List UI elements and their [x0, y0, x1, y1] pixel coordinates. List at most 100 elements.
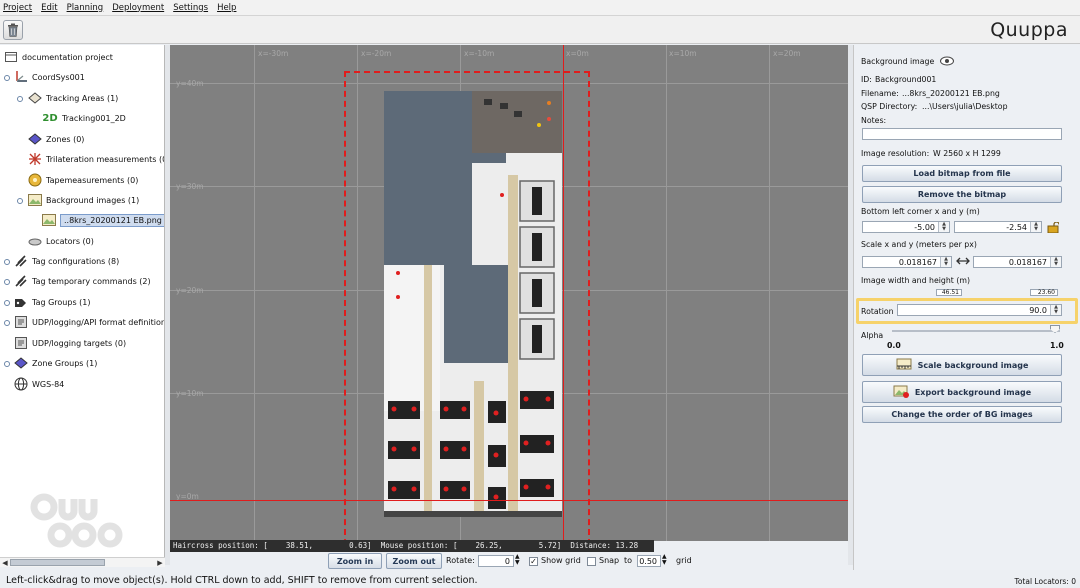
tree-item-label: documentation project [22, 52, 113, 62]
remove-bitmap-button[interactable]: Remove the bitmap [862, 186, 1062, 203]
tapemeasure-icon [28, 173, 42, 187]
zoom-in-button[interactable]: Zoom in [328, 553, 382, 569]
tree-toggle[interactable] [4, 279, 10, 285]
x-axis-label: x=-10m [464, 49, 495, 58]
export-background-button[interactable]: Export background image [862, 381, 1062, 403]
qsp-label: QSP Directory: [861, 102, 918, 111]
tree-toggle[interactable] [4, 320, 10, 326]
tree-item-coordsys[interactable]: CoordSys001 [14, 68, 85, 86]
tracking-2d-icon: 2D [42, 112, 58, 124]
eye-icon[interactable] [940, 56, 954, 68]
alpha-slider-track[interactable] [892, 330, 1060, 332]
tree-item-tag-commands[interactable]: Tag temporary commands (2) [14, 272, 151, 290]
scale-x-input[interactable]: 0.018167 ▲ ▼ [862, 256, 952, 268]
tree-toggle[interactable] [17, 96, 23, 102]
tree-item-wgs84[interactable]: WGS-84 [14, 375, 64, 393]
menu-project[interactable]: Project [3, 3, 32, 13]
resolution-value: W 2560 x H 1299 [933, 149, 1001, 158]
corner-y-input[interactable]: -2.54 ▲ ▼ [954, 221, 1042, 233]
snap-spinner-icon[interactable]: ▲ ▼ [662, 554, 667, 566]
y-axis-label: y=40m [176, 79, 204, 88]
tree-item-tracking-2d[interactable]: 2D Tracking001_2D [42, 109, 125, 127]
width-input[interactable]: 46.51 [936, 289, 962, 296]
snap-value-input[interactable]: 0.50 [637, 555, 661, 567]
tag-commands-icon [14, 274, 28, 288]
notes-label: Notes: [861, 116, 887, 125]
tree-toggle[interactable] [4, 75, 10, 81]
snap-checkbox[interactable] [587, 557, 596, 566]
tree-item-zones[interactable]: Zones (0) [28, 130, 84, 148]
notes-input[interactable] [862, 128, 1062, 140]
scroll-right-icon[interactable]: ▶ [155, 558, 165, 568]
udp-format-icon [14, 315, 28, 329]
scale-background-button[interactable]: Scale background image [862, 354, 1062, 376]
corner-label: Bottom left corner x and y (m) [861, 207, 980, 216]
filename-value: ...8krs_20200121 EB.png [902, 89, 1000, 98]
project-icon [4, 50, 18, 64]
menu-help[interactable]: Help [217, 3, 236, 13]
rotation-input[interactable]: 90.0 ▲ ▼ [897, 304, 1062, 316]
tree-item-label: Tapemeasurements (0) [46, 175, 139, 185]
change-order-button[interactable]: Change the order of BG images [862, 406, 1062, 423]
tag-config-icon [14, 254, 28, 268]
delete-button[interactable] [3, 20, 23, 40]
show-grid-checkbox[interactable]: ✓ [529, 557, 538, 566]
tree-item-tapemeasurements[interactable]: Tapemeasurements (0) [28, 171, 138, 189]
spinner-icon[interactable]: ▲ ▼ [1050, 257, 1061, 267]
spinner-icon[interactable]: ▲ ▼ [1050, 305, 1061, 315]
x-axis-line [170, 500, 848, 501]
tree-item-project[interactable]: documentation project [4, 48, 113, 66]
spinner-icon[interactable]: ▲ ▼ [940, 257, 951, 267]
tree-item-locators[interactable]: Locators (0) [28, 232, 94, 250]
image-file-icon [42, 213, 56, 227]
udp-targets-icon [14, 336, 28, 350]
spinner-icon[interactable]: ▲ ▼ [938, 222, 949, 232]
link-icon[interactable] [956, 256, 970, 268]
spinner-icon[interactable]: ▲ ▼ [1030, 222, 1041, 232]
id-value: Background001 [875, 75, 937, 84]
grid-line [254, 45, 255, 541]
menu-edit[interactable]: Edit [41, 3, 57, 13]
export-image-icon [893, 384, 909, 400]
menu-planning[interactable]: Planning [67, 3, 104, 13]
canvas-controls: Zoom in Zoom out Rotate: 0 ▲ ▼ ✓ Show gri… [170, 552, 848, 570]
height-input[interactable]: 23.60 [1030, 289, 1058, 296]
id-label: ID: [861, 75, 872, 84]
alpha-min-label: 0.0 [887, 341, 901, 350]
grid-line [769, 45, 770, 541]
load-bitmap-button[interactable]: Load bitmap from file [862, 165, 1062, 182]
corner-y-value: -2.54 [1006, 223, 1027, 232]
y-axis-label: y=20m [176, 286, 204, 295]
tree-item-trilateration[interactable]: Trilateration measurements (0 [28, 150, 164, 168]
tree-item-udp-formats[interactable]: UDP/logging/API format definitions ( [14, 313, 164, 331]
corner-x-input[interactable]: -5.00 ▲ ▼ [862, 221, 950, 233]
tree-toggle[interactable] [17, 198, 23, 204]
tree-item-background-images[interactable]: Background images (1) [28, 191, 139, 209]
zoom-out-button[interactable]: Zoom out [386, 553, 442, 569]
rotate-input[interactable]: 0 [478, 555, 514, 567]
tree-item-tag-configurations[interactable]: Tag configurations (8) [14, 252, 119, 270]
status-bar: Left-click&drag to move object(s). Hold … [0, 572, 1080, 588]
tree-item-label: Tag Groups (1) [32, 297, 91, 307]
cursor-info-bar: Haircross position: [ 38.51, 0.63] Mouse… [170, 540, 654, 552]
tree-toggle[interactable] [4, 361, 10, 367]
floorplan-canvas[interactable]: x=-30m x=-20m x=-10m x=0m x=10m x=20m y=… [170, 45, 848, 541]
scroll-left-icon[interactable]: ◀ [0, 558, 10, 568]
tree-item-background-file[interactable]: ..8krs_20200121 EB.png [42, 211, 164, 229]
tree-item-label: Tracking Areas (1) [46, 93, 119, 103]
rotate-spinner-icon[interactable]: ▲ ▼ [515, 554, 520, 566]
tree-item-tracking-areas[interactable]: Tracking Areas (1) [28, 89, 118, 107]
tree-item-tag-groups[interactable]: Tag Groups (1) [14, 293, 90, 311]
menu-settings[interactable]: Settings [173, 3, 208, 13]
menu-deployment[interactable]: Deployment [112, 3, 164, 13]
tree-item-udp-targets[interactable]: UDP/logging targets (0) [14, 334, 126, 352]
tree-toggle[interactable] [4, 300, 10, 306]
tree-horizontal-scrollbar[interactable]: ◀ ▶ [0, 557, 165, 567]
tracking-areas-icon [28, 91, 42, 105]
tree-item-label: Locators (0) [46, 236, 94, 246]
lock-icon[interactable] [1047, 221, 1060, 235]
tree-toggle[interactable] [4, 259, 10, 265]
tree-item-zone-groups[interactable]: Zone Groups (1) [14, 354, 97, 372]
scale-y-input[interactable]: 0.018167 ▲ ▼ [973, 256, 1062, 268]
scrollbar-thumb[interactable] [10, 559, 105, 566]
